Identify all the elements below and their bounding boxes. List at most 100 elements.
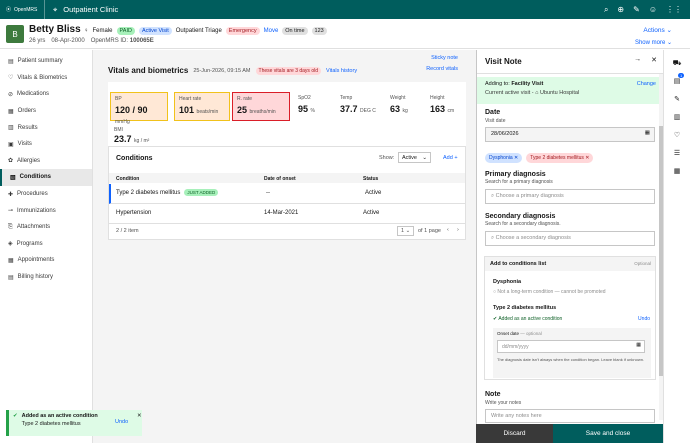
success-check-icon: ✔ <box>13 413 18 419</box>
diagnosis-chip: Dysphonia ✕ <box>485 153 523 163</box>
orders-icon: ▦ <box>8 108 14 115</box>
patient-dob: 08-Apr-2000 <box>51 38 85 44</box>
logo[interactable]: ⦿ OpenMRS <box>0 6 44 14</box>
vitals-date: 25-Jun-2026, 09:15 AM <box>193 67 251 74</box>
add-patient-icon[interactable]: ⊕ <box>617 5 624 15</box>
sidebar-item-results[interactable]: ▥ Results <box>0 119 92 136</box>
chat-icon[interactable]: ☰ <box>664 144 690 162</box>
secondary-diagnosis-search[interactable]: ⌕ Choose a secondary diagnosis <box>485 231 655 246</box>
record-vitals-link[interactable]: Record vitals <box>426 66 458 72</box>
right-rail: ⛟ ▤ 1 ✎ ▥ ♡ ☰ ▦ <box>663 50 690 443</box>
toast-undo-button[interactable]: Undo <box>115 419 128 425</box>
calendar-icon[interactable]: ▦ <box>636 342 641 348</box>
vitals-icon: ♡ <box>8 75 14 82</box>
note-textarea[interactable]: Write any notes here <box>485 409 655 423</box>
on-time-tag: On time <box>282 27 308 35</box>
visit-date-input[interactable]: 28/06/2026 ▦ <box>485 127 655 142</box>
primary-diagnosis-search[interactable]: ⌕ Choose a primary diagnosis <box>485 189 655 204</box>
discard-button[interactable]: Discard <box>476 424 553 443</box>
calendar-icon[interactable]: ▦ <box>645 130 650 136</box>
note-section-sub: Write your notes <box>485 400 522 406</box>
sidebar-item-billing-history[interactable]: ▤ Billing history <box>0 269 92 286</box>
app-menu-icon[interactable]: ⋮⋮ <box>666 5 682 15</box>
sticky-note-link[interactable]: Sticky note <box>431 55 458 61</box>
sidebar-item-appointments[interactable]: ▦ Appointments <box>0 252 92 269</box>
add-to-conditions-list: Add to conditions list Optional Dysphonia… <box>484 256 656 380</box>
sidebar-item-vitals[interactable]: ♡ Vitals & Biometrics <box>0 70 92 87</box>
vitals-history-link[interactable]: Vitals history <box>326 68 357 74</box>
date-section-title: Date <box>485 109 501 116</box>
summary-icon: ▤ <box>8 58 14 65</box>
conditions-icon: ▧ <box>10 174 16 181</box>
page-select[interactable]: 1 ⌄ <box>397 226 415 236</box>
vitals-grid: BP 120 / 90 mmHg Heart rate 101 beats/mi… <box>108 82 466 152</box>
actions-menu[interactable]: Actions ⌄ <box>643 26 672 34</box>
visits-icon: ▣ <box>8 141 14 148</box>
search-icon: ⌕ <box>491 235 495 241</box>
close-icon[interactable]: ✕ <box>137 413 142 419</box>
table-row[interactable]: Hypertension 14-Mar-2021 Active <box>109 204 465 224</box>
toast-subtitle: Type 2 diabetes mellitus <box>21 421 81 427</box>
user-icon[interactable]: ☺ <box>649 5 657 15</box>
cart-icon[interactable]: ⛟ <box>664 54 690 72</box>
vital-spo2: SpO2 95 % <box>298 95 315 114</box>
sidebar-item-allergies[interactable]: ✿ Allergies <box>0 153 92 170</box>
sidebar-item-visits[interactable]: ▣ Visits <box>0 136 92 153</box>
vitals-form-icon[interactable]: ♡ <box>664 126 690 144</box>
sidebar-item-programs[interactable]: ◈ Programs <box>0 236 92 253</box>
calendar-icon: ▦ <box>8 257 14 264</box>
vital-height: Height 163 cm <box>430 95 455 114</box>
chevron-down-icon: ⌄ <box>666 27 672 34</box>
close-icon[interactable]: ✕ <box>514 155 518 161</box>
edit-icon[interactable]: ✎ <box>633 5 640 15</box>
edit-note-icon[interactable]: ✎ <box>664 90 690 108</box>
close-icon[interactable]: ✕ <box>651 56 657 64</box>
vital-weight: Weight 63 kg <box>390 95 408 114</box>
visit-note-title: Visit Note <box>485 57 522 66</box>
sidebar-item-procedures[interactable]: ✚ Procedures <box>0 186 92 203</box>
prev-page-icon[interactable]: ‹ <box>447 227 449 233</box>
add-condition-button[interactable]: Add + <box>443 155 458 161</box>
patient-id-label: OpenMRS ID: <box>90 38 129 44</box>
clipboard-icon[interactable]: ▦ <box>664 162 690 180</box>
document-icon[interactable]: ▥ <box>664 108 690 126</box>
sidebar-item-patient-summary[interactable]: ▤ Patient summary <box>0 53 92 70</box>
sidebar-item-conditions[interactable]: ▧ Conditions <box>0 169 92 186</box>
patient-gender: Female <box>92 28 113 34</box>
save-and-close-button[interactable]: Save and close <box>553 424 663 443</box>
patient-name: Betty Bliss <box>29 24 81 35</box>
vital-resp-rate: R. rate 25 breaths/min <box>232 92 290 121</box>
location-selector[interactable]: ⌖ Outpatient Clinic <box>44 0 118 19</box>
sidebar-item-orders[interactable]: ▦ Orders <box>0 103 92 120</box>
onset-date-input[interactable]: dd/mm/yyyy ▦ <box>497 340 645 353</box>
search-icon[interactable]: ⌕ <box>604 5 608 15</box>
sidebar-item-medications[interactable]: ⊘ Medications <box>0 86 92 103</box>
condition-item-diabetes: Type 2 diabetes mellitus <box>493 305 557 311</box>
chevron-down-icon: ⌄ <box>422 155 427 161</box>
change-visit-link[interactable]: Change <box>637 81 656 87</box>
status-filter-select[interactable]: Active ⌄ <box>398 152 431 163</box>
expand-arrow-icon[interactable]: → <box>634 56 641 64</box>
show-more-button[interactable]: Show more ⌄ <box>635 39 672 46</box>
plus-icon: + <box>454 155 458 161</box>
visit-note-icon[interactable]: ▤ 1 <box>664 72 690 90</box>
sidebar-item-immunizations[interactable]: ⊸ Immunizations <box>0 202 92 219</box>
table-row[interactable]: Type 2 diabetes mellitus JUST ADDED -- Ac… <box>109 184 465 204</box>
close-icon[interactable]: ✕ <box>585 155 589 161</box>
date-section-sub: Visit date <box>485 118 506 124</box>
triage-label: Outpatient Triage <box>175 28 222 34</box>
facility-banner: Adding to: Facility Visit Current active… <box>477 77 664 104</box>
sidebar-item-attachments[interactable]: ⎘ Attachments <box>0 219 92 236</box>
undo-condition-link[interactable]: Undo <box>638 316 650 322</box>
main-content: Sticky note Vitals and biometrics 25-Jun… <box>93 50 476 443</box>
conditions-table-header: Condition Date of onset Status <box>109 173 465 183</box>
patient-id: 100065E <box>129 38 154 44</box>
just-added-badge: JUST ADDED <box>184 189 219 196</box>
allergy-icon: ✿ <box>8 158 14 165</box>
show-filter-label: Show: <box>379 155 395 161</box>
disabled-radio-icon: ○ <box>493 289 497 295</box>
next-page-icon[interactable]: › <box>457 227 459 233</box>
sidebar: ▤ Patient summary ♡ Vitals & Biometrics ⊘ M… <box>0 50 93 443</box>
conditions-title: Conditions <box>116 155 153 162</box>
move-link[interactable]: Move <box>264 28 279 34</box>
